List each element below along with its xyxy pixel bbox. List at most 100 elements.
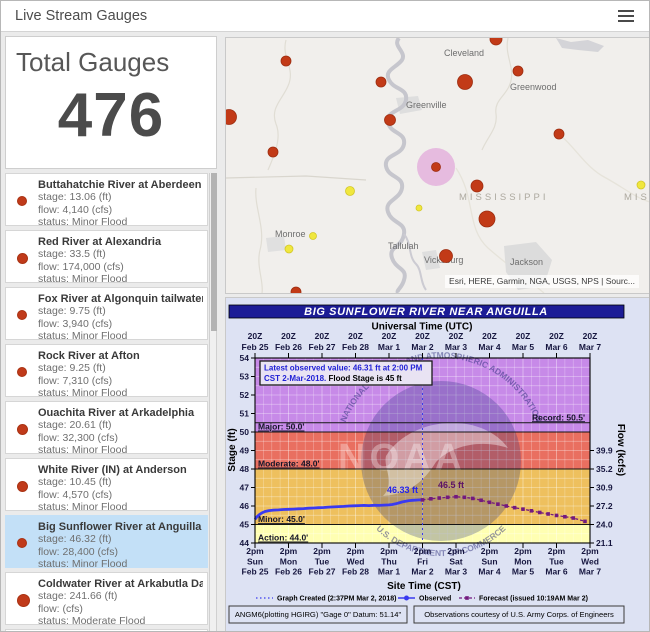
total-gauges-card: Total Gauges 476 [5,36,217,169]
forecast-point [479,498,483,502]
gauge-list-item[interactable]: Fox River at Algonquin tailwaterstage: 9… [5,287,208,340]
map-gauge-marker[interactable] [637,181,645,189]
gauge-stage: stage: 10.45 (ft) [38,476,203,489]
gauge-status: status: Minor Flood [38,273,203,286]
chart-title: BIG SUNFLOWER RIVER NEAR ANGUILLA [304,306,548,318]
flow-tick: 35.2 [596,464,613,474]
annotation-line1: Latest observed value: 46.31 ft at 2:00 … [264,364,423,373]
total-gauges-value: 476 [6,80,216,151]
map-gauge-marker[interactable] [346,187,355,196]
gauge-list-item[interactable]: White River (IN) at Andersonstage: 10.45… [5,458,208,511]
map-gauge-marker[interactable] [440,250,453,263]
utc-tick: 20Z [583,331,598,341]
map-gauge-marker[interactable] [471,180,483,192]
utc-tick: 20Z [382,331,397,341]
map-gauge-marker[interactable] [268,147,278,157]
date-tick: Mar 4 [478,567,500,577]
stage-tick: 52 [240,390,250,400]
map-gauge-marker[interactable] [458,75,473,90]
site-time-tick: 2pm [481,546,499,556]
map-gauge-marker[interactable] [385,115,396,126]
site-time-tick: 2pm [581,546,599,556]
gauge-list-item[interactable]: Red River at Alexandriastage: 33.5 (ft)f… [5,230,208,283]
utc-date-tick: Feb 26 [275,342,302,352]
map-state-label: MISSISS [624,192,650,203]
weekday-tick: Tue [315,557,330,567]
stage-tick: 48 [240,464,250,474]
map-canvas[interactable]: MISSISSIPPIMISSISSClevelandGreenwoodGree… [226,38,650,293]
hydrograph-chart: BIG SUNFLOWER RIVER NEAR ANGUILLAUnivers… [226,298,650,631]
map-gauge-marker[interactable] [285,245,293,253]
gauge-status-dot [17,253,28,264]
utc-tick: 20Z [315,331,330,341]
gauge-status: status: Minor Flood [38,444,203,457]
gauge-status-dot [17,367,27,377]
utc-date-tick: Mar 3 [445,342,467,352]
gauge-list-item[interactable]: Buttahatchie River at Aberdeenstage: 13.… [5,173,208,226]
legend-forecast-swatch [465,596,469,600]
gauge-list-item[interactable]: Rock River at Aftonstage: 9.25 (ft)flow:… [5,344,208,397]
map-gauge-marker[interactable] [554,129,564,139]
date-tick: Mar 7 [579,567,601,577]
map-creek [482,38,512,150]
gauge-name: Coldwater River at Arkabutla Dam [38,578,203,590]
scrollbar-thumb[interactable] [211,173,217,331]
map-gauge-marker[interactable] [291,287,301,293]
gauge-list-item[interactable]: Ouachita River at Arkadelphiastage: 20.6… [5,401,208,454]
map-gauge-marker[interactable] [310,233,317,240]
gauge-flow: flow: 32,300 (cfs) [38,432,203,445]
flood-line-label: Action: 44.0' [258,533,308,543]
weekday-tick: Wed [347,557,365,567]
date-tick: Feb 25 [242,567,269,577]
date-tick: Mar 6 [545,567,567,577]
app-header: Live Stream Gauges [1,1,649,32]
hamburger-menu-icon[interactable] [616,10,636,24]
map-gauge-marker[interactable] [416,205,422,211]
gauge-stage: stage: 13.06 (ft) [38,191,203,204]
utc-date-tick: Mar 4 [478,342,500,352]
forecast-point [563,515,567,519]
flow-tick: 24.0 [596,520,613,530]
flow-tick: 27.2 [596,501,613,511]
forecast-point [463,496,467,500]
map-gauge-marker[interactable] [281,56,291,66]
stage-tick: 46 [240,501,250,511]
map-gauge-marker[interactable] [376,77,386,87]
map-city-label: Tallulah [388,241,419,251]
utc-date-tick: Mar 5 [512,342,534,352]
map-panel[interactable]: MISSISSIPPIMISSISSClevelandGreenwoodGree… [225,37,650,294]
stage-tick: 51 [240,409,250,419]
map-attribution: Esri, HERE, Garmin, NGA, USGS, NPS | Sou… [445,275,639,288]
map-gauge-marker[interactable] [479,211,495,227]
gauge-stage: stage: 241.66 (ft) [38,590,203,603]
site-time-tick: 2pm [347,546,365,556]
gauge-status-dot [17,481,28,492]
stage-tick: 50 [240,427,250,437]
gauge-flow: flow: 28,400 (cfs) [38,546,203,559]
flow-tick: 39.9 [596,446,613,456]
forecast-point [446,496,450,500]
forecast-point [530,509,534,513]
map-river-mississippi [386,38,406,293]
forecast-point [555,514,559,518]
list-scrollbar[interactable] [209,173,217,632]
gauge-flow: flow: 174,000 (cfs) [38,261,203,274]
site-time-tick: 2pm [313,546,331,556]
gauge-stage: stage: 20.61 (ft) [38,419,203,432]
gauge-list-item[interactable]: Big Sunflower River at Anguillastage: 46… [5,515,208,568]
map-gauge-marker[interactable] [432,163,441,172]
date-tick: Mar 3 [445,567,467,577]
gauge-list: Buttahatchie River at Aberdeenstage: 13.… [5,173,209,632]
map-gauge-marker[interactable] [490,38,502,45]
forecast-point [496,502,500,506]
map-gauge-marker[interactable] [513,66,523,76]
flow-tick: 30.9 [596,483,613,493]
map-state-label: MISSISSIPPI [459,192,549,203]
gauge-list-item[interactable]: Coldwater River at Arkabutla Damstage: 2… [5,572,208,625]
map-gauge-marker[interactable] [226,110,237,125]
legend-observed-swatch [404,596,409,601]
map-city-label: Jackson [510,257,543,267]
map-city-label: Monroe [275,229,306,239]
gauge-status-dot [17,538,27,548]
gauge-status: status: Minor Flood [38,330,203,343]
